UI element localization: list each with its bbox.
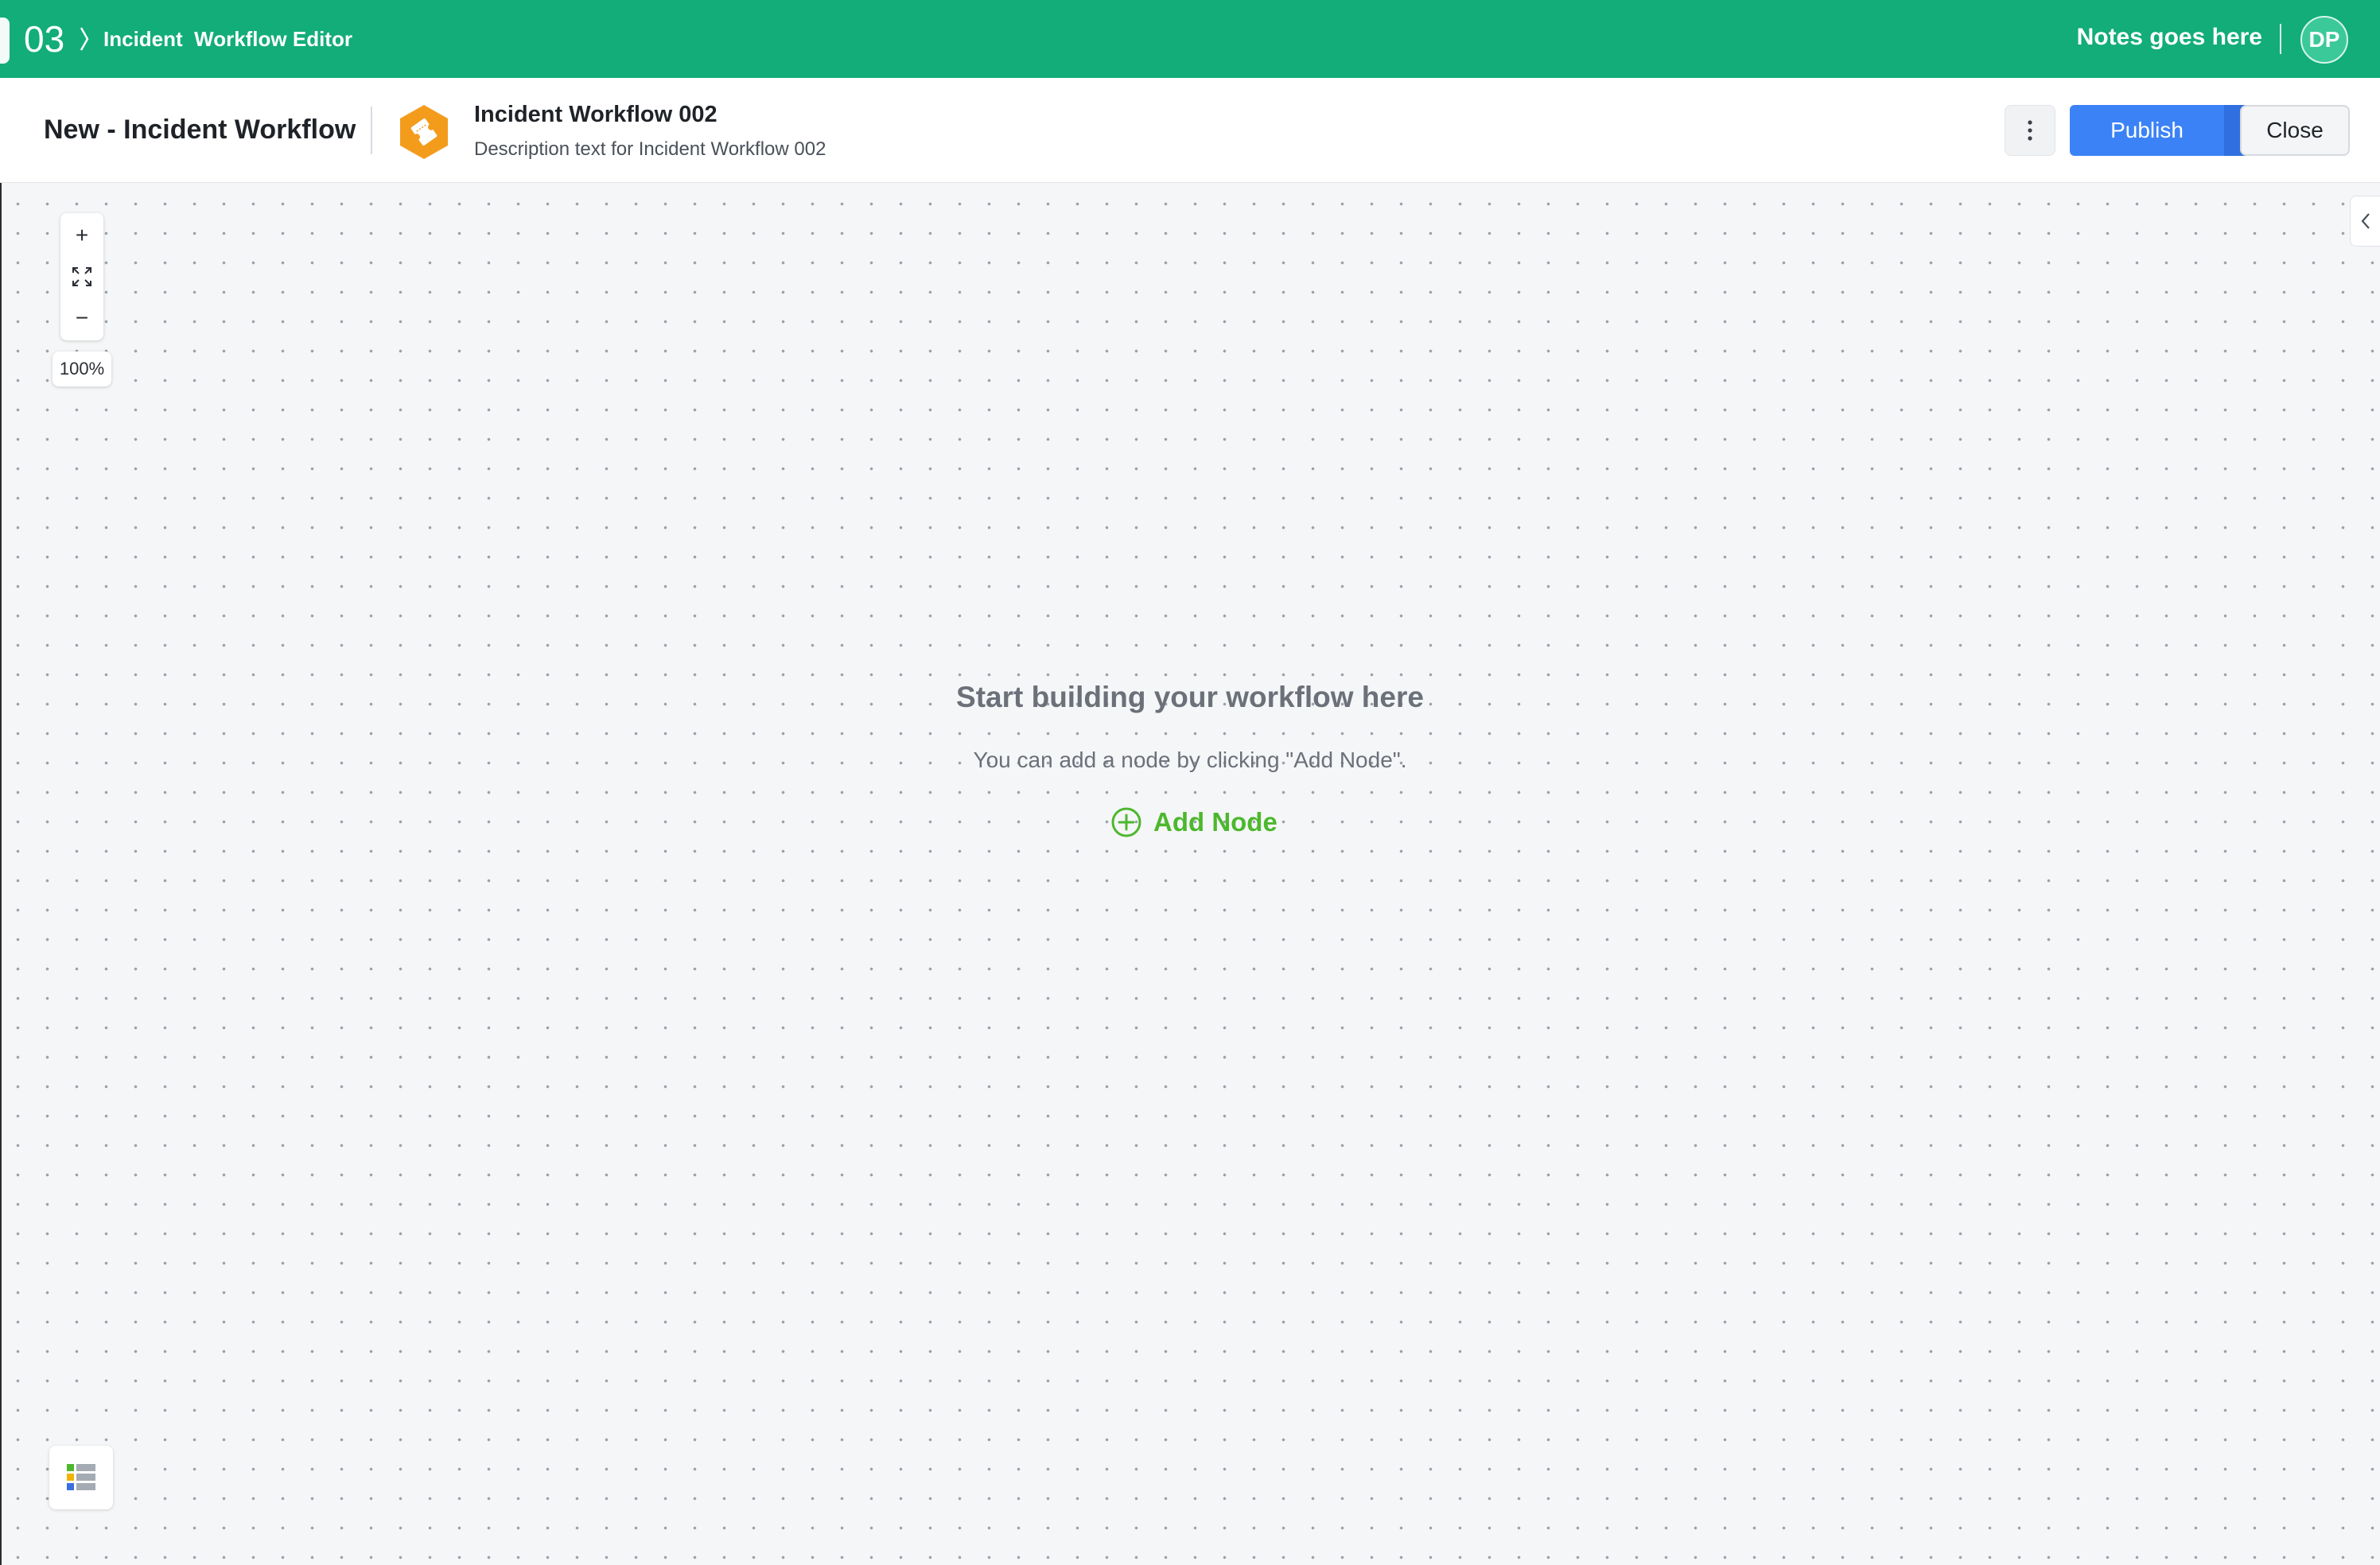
breadcrumb[interactable]: Incident Workflow Editor [103, 27, 352, 52]
more-options-button[interactable] [2005, 105, 2055, 156]
vertical-ellipsis-icon [2028, 120, 2032, 141]
sidebar-handle[interactable] [0, 17, 10, 64]
avatar[interactable]: DP [2300, 16, 2348, 64]
fit-to-screen-button[interactable] [60, 256, 103, 297]
topbar-divider [2280, 24, 2281, 54]
legend-list-icon [67, 1464, 95, 1490]
app-topbar: 03 Incident Workflow Editor Notes goes h… [0, 0, 2380, 78]
zoom-in-button[interactable]: + [60, 215, 103, 256]
workflow-description: Description text for Incident Workflow 0… [474, 138, 826, 160]
publish-button[interactable]: Publish [2070, 105, 2224, 156]
step-number: 03 [24, 18, 65, 60]
zoom-controls: + − [60, 213, 103, 340]
page-title: New - Incident Workflow [44, 115, 356, 145]
empty-state-subtitle: You can add a node by clicking "Add Node… [973, 748, 1407, 772]
header-divider [371, 107, 372, 154]
notes-link[interactable]: Notes goes here [2077, 24, 2262, 51]
plus-circle-icon [1111, 807, 1141, 837]
editor-header: New - Incident Workflow Incident Workflo… [0, 78, 2380, 183]
breadcrumb-chevron-icon [80, 27, 89, 51]
ticket-hexagon-icon [400, 105, 448, 159]
empty-state-title: Start building your workflow here [956, 681, 1424, 713]
workflow-name[interactable]: Incident Workflow 002 [474, 102, 718, 128]
zoom-level-indicator: 100% [52, 351, 111, 386]
add-node-label: Add Node [1153, 807, 1278, 837]
chevron-left-icon [2361, 213, 2370, 229]
workflow-canvas[interactable] [0, 183, 2380, 1565]
fit-to-screen-icon [72, 267, 91, 286]
zoom-out-button[interactable]: − [60, 297, 103, 339]
panel-toggle-button[interactable] [2350, 196, 2380, 247]
close-button[interactable]: Close [2240, 105, 2350, 156]
legend-button[interactable] [49, 1446, 113, 1509]
add-node-button[interactable]: Add Node [1110, 803, 1278, 841]
